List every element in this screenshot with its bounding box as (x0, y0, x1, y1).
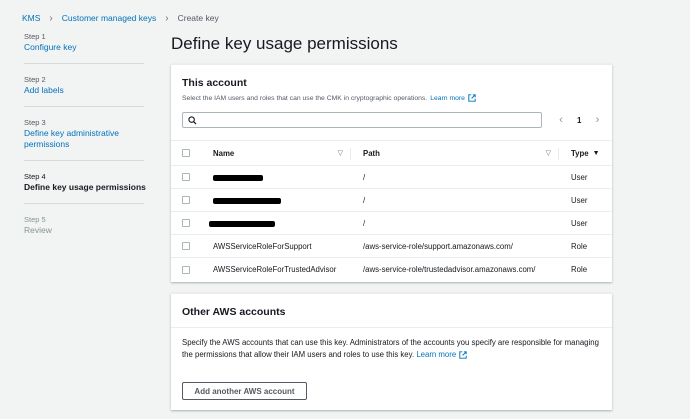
chevron-right-icon: › (165, 12, 169, 24)
row-path: / (363, 218, 366, 228)
add-another-aws-account-button[interactable]: Add another AWS account (182, 382, 307, 400)
row-name (201, 189, 351, 211)
row-path: /aws-service-role/support.amazonaws.com/ (363, 241, 513, 251)
table-row[interactable]: AWSServiceRoleForTrustedAdvisor /aws-ser… (171, 258, 612, 281)
description-text: Select the IAM users and roles that can … (182, 94, 428, 102)
learn-more-link[interactable]: Learn more (430, 95, 465, 102)
select-all-checkbox[interactable] (182, 149, 190, 157)
column-name-label: Name (213, 148, 235, 158)
step-label: Define key administrative permissions (24, 128, 119, 149)
row-name (201, 166, 351, 188)
row-type: User (571, 172, 588, 182)
row-type: User (571, 218, 588, 228)
column-name[interactable]: Name ▽ (201, 141, 351, 165)
panel-header: This account Select the IAM users and ro… (171, 65, 612, 102)
panel-header: Other AWS accounts (171, 294, 612, 328)
row-path: /aws-service-role/trustedadvisor.amazona… (363, 265, 536, 274)
table-row[interactable]: / User (171, 212, 612, 235)
step-label: Review (24, 225, 52, 235)
search-icon (188, 115, 197, 125)
wizard-step-4: Step 4 Define key usage permissions (24, 171, 154, 193)
wizard-steps: Step 1 Configure key Step 2 Add labels S… (24, 31, 154, 246)
panel-body: Specify the AWS accounts that can use th… (171, 328, 612, 361)
learn-more-link[interactable]: Learn more (416, 349, 467, 361)
principals-table: Name ▽ Path ▽ Type ▼ / User / User / Use… (171, 140, 612, 281)
column-path[interactable]: Path ▽ (351, 141, 559, 165)
step-divider (24, 63, 144, 64)
wizard-step-3[interactable]: Step 3 Define key administrative permiss… (24, 117, 154, 150)
column-type[interactable]: Type ▼ (559, 141, 612, 165)
external-link-icon (459, 351, 467, 359)
row-checkbox-cell (171, 173, 201, 181)
table-row[interactable]: / User (171, 189, 612, 212)
row-name: AWSServiceRoleForTrustedAdvisor (213, 265, 337, 274)
step-divider (24, 160, 144, 161)
row-type: Role (571, 241, 588, 251)
step-number: Step 4 (24, 172, 46, 181)
row-type: User (571, 195, 588, 205)
row-checkbox-cell (171, 242, 201, 250)
redaction-bar (213, 175, 263, 181)
breadcrumb-current: Create key (177, 13, 219, 23)
step-label: Add labels (24, 85, 64, 95)
step-label: Configure key (24, 42, 77, 52)
this-account-panel: This account Select the IAM users and ro… (171, 64, 612, 282)
row-type: Role (571, 265, 588, 274)
redaction-bar (213, 198, 281, 204)
sort-icon: ▽ (545, 150, 551, 157)
search-input[interactable] (201, 115, 541, 125)
row-checkbox[interactable] (182, 196, 190, 204)
step-number: Step 2 (24, 75, 46, 84)
page-title: Define key usage permissions (171, 34, 398, 53)
pagination: ‹ 1 › (555, 114, 603, 126)
table-header: Name ▽ Path ▽ Type ▼ (171, 140, 612, 166)
wizard-step-2[interactable]: Step 2 Add labels (24, 74, 154, 96)
step-number: Step 1 (24, 32, 46, 41)
breadcrumb-kms[interactable]: KMS (22, 13, 40, 23)
page-number[interactable]: 1 (577, 116, 581, 125)
row-checkbox[interactable] (182, 173, 190, 181)
row-checkbox[interactable] (182, 265, 190, 274)
learn-more-text: Learn more (416, 350, 457, 359)
row-checkbox[interactable] (182, 242, 190, 250)
wizard-step-1[interactable]: Step 1 Configure key (24, 31, 154, 53)
row-checkbox-cell (171, 265, 201, 274)
row-path: / (363, 172, 366, 182)
step-number: Step 5 (24, 215, 46, 224)
row-name: AWSServiceRoleForSupport (213, 241, 312, 251)
column-path-label: Path (363, 148, 380, 158)
breadcrumb: KMS › Customer managed keys › Create key (22, 11, 219, 25)
wizard-step-5: Step 5 Review (24, 214, 154, 236)
row-checkbox-cell (171, 196, 201, 204)
table-row[interactable]: AWSServiceRoleForSupport /aws-service-ro… (171, 235, 612, 258)
search-row: ‹ 1 › (182, 111, 602, 129)
step-label: Define key usage permissions (24, 182, 146, 192)
chevron-right-icon: › (49, 12, 53, 24)
chevron-left-icon[interactable]: ‹ (555, 114, 567, 126)
row-checkbox-cell (171, 219, 201, 227)
table-row[interactable]: / User (171, 166, 612, 189)
panel-description: Select the IAM users and roles that can … (182, 94, 601, 102)
breadcrumb-customer-managed-keys[interactable]: Customer managed keys (62, 13, 157, 23)
row-path: / (363, 195, 366, 205)
column-type-label: Type (571, 148, 589, 158)
description-text: Specify the AWS accounts that can use th… (182, 338, 599, 359)
search-box[interactable] (182, 112, 542, 128)
step-divider (24, 106, 144, 107)
header-checkbox-cell (171, 149, 201, 157)
chevron-right-icon[interactable]: › (591, 114, 603, 126)
redaction-bar (209, 221, 275, 227)
other-accounts-panel: Other AWS accounts Specify the AWS accou… (171, 293, 612, 410)
step-divider (24, 203, 144, 204)
row-checkbox[interactable] (182, 219, 190, 227)
row-name (201, 212, 351, 234)
sort-icon: ▽ (337, 150, 343, 157)
panel-title: Other AWS accounts (182, 306, 286, 318)
panel-title: This account (182, 77, 247, 89)
step-number: Step 3 (24, 118, 46, 127)
sort-descending-icon: ▼ (592, 149, 600, 157)
external-link-icon (468, 94, 476, 102)
